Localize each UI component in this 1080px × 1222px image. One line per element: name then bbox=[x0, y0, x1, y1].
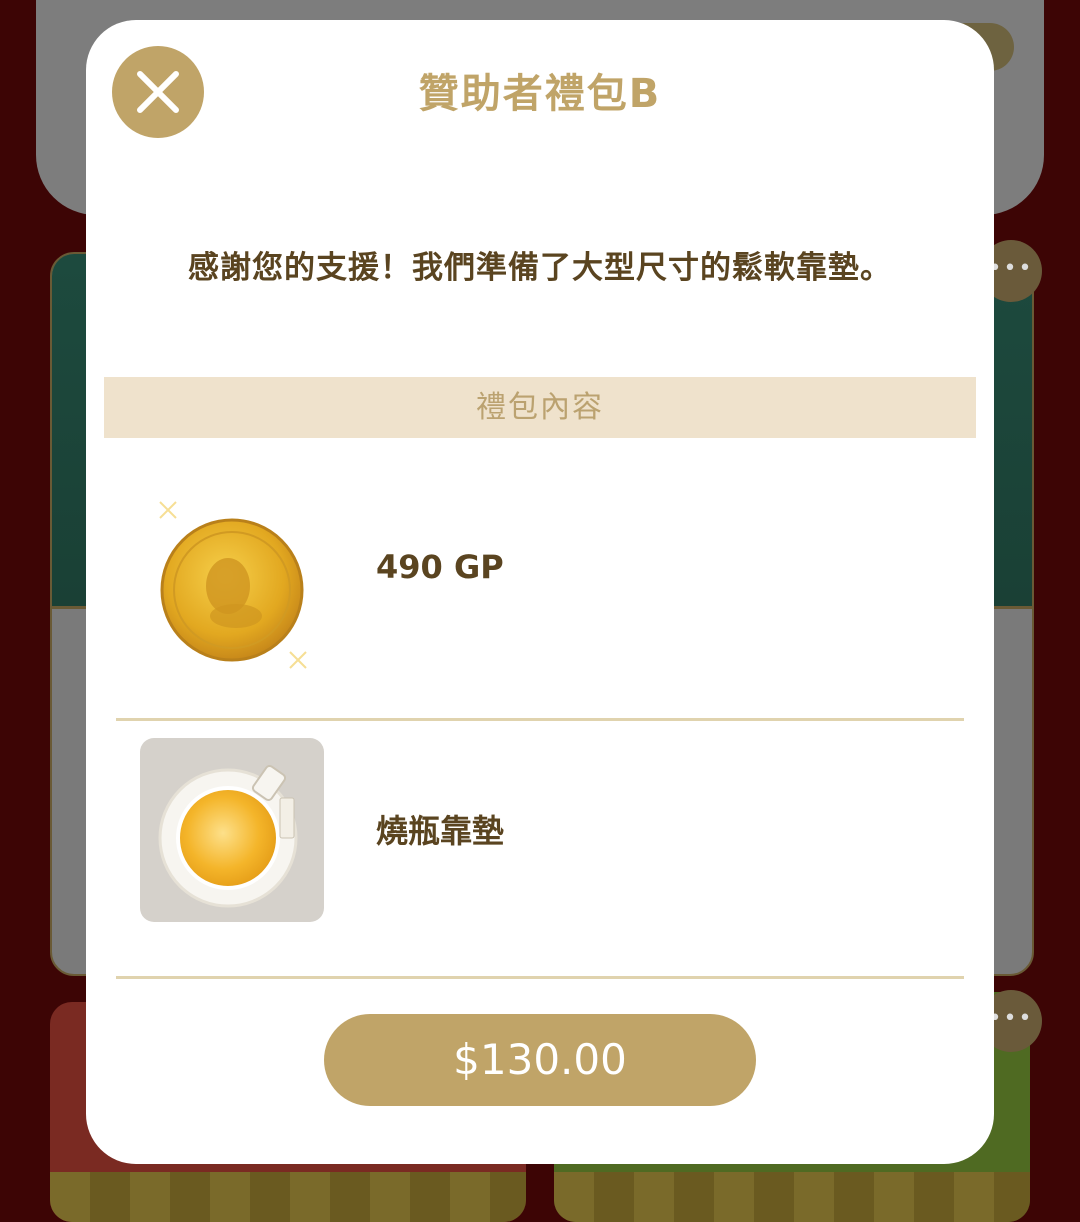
background-coins bbox=[50, 1172, 526, 1222]
bundle-dialog: 贊助者禮包B 感謝您的支援！我們準備了大型尺寸的鬆軟靠墊。 禮包內容 490 G… bbox=[86, 20, 994, 1164]
dialog-title: 贊助者禮包B bbox=[418, 71, 662, 117]
purchase-button[interactable]: $130.00 bbox=[324, 1014, 756, 1106]
flask-cushion-icon bbox=[140, 738, 324, 922]
bundle-item: 燒瓶靠墊 bbox=[116, 718, 964, 979]
more-options-label: ••• bbox=[988, 1006, 1034, 1031]
background-coins bbox=[554, 1172, 1030, 1222]
gold-coin-icon bbox=[140, 492, 324, 676]
bundle-item: 490 GP bbox=[116, 450, 964, 721]
bundle-item-label: 燒瓶靠墊 bbox=[376, 812, 505, 850]
more-options-label: ••• bbox=[988, 256, 1034, 281]
bundle-item-label: 490 GP bbox=[376, 548, 504, 586]
dialog-description: 感謝您的支援！我們準備了大型尺寸的鬆軟靠墊。 bbox=[188, 250, 892, 286]
bundle-contents-header: 禮包內容 bbox=[104, 377, 976, 438]
